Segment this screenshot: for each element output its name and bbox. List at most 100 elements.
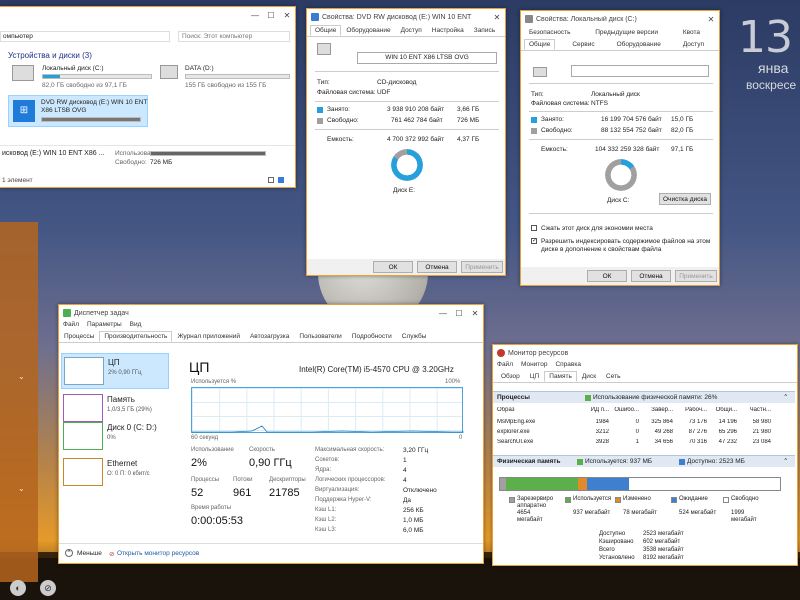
- tab-processes[interactable]: Процессы: [59, 331, 99, 342]
- table-row[interactable]: explorer.exe 3212 0 49 268 87 276 65 296 21 98…: [497, 429, 787, 438]
- minimize-icon[interactable]: —: [247, 7, 263, 23]
- column-header[interactable]: Образ: [497, 407, 579, 416]
- column-header[interactable]: Частн...: [737, 407, 771, 416]
- tab-users[interactable]: Пользователи: [294, 331, 346, 342]
- tiles-view-icon[interactable]: [278, 177, 284, 183]
- volume-name-field[interactable]: [571, 65, 709, 77]
- table-header-row[interactable]: Образ ИД п... Ошибо... Завер... Рабоч... Общи…: [497, 407, 787, 416]
- search-input[interactable]: Поиск: Этот компьютер: [178, 31, 290, 42]
- perf-item-disk[interactable]: Диск 0 (C: D:) 0%: [61, 419, 169, 455]
- address-bar[interactable]: омпьютер: [0, 31, 170, 42]
- dvd-properties-window[interactable]: Свойства: DVD RW дисковод (E:) WIN 10 EN…: [306, 8, 506, 276]
- perf-item-ethernet[interactable]: Ethernet О: 0 П: 0 кбит/с: [61, 455, 169, 491]
- column-header[interactable]: Рабоч...: [673, 407, 707, 416]
- ok-button[interactable]: ОК: [587, 270, 627, 282]
- tab-general[interactable]: Общие: [524, 39, 556, 50]
- tab-disk[interactable]: Диск: [577, 371, 601, 382]
- chevron-down-icon[interactable]: ⌄: [18, 484, 25, 493]
- taskmgr-menu: Файл Параметры Вид: [59, 321, 483, 331]
- processes-section-header[interactable]: Процессы Использование физической памяти…: [493, 391, 795, 403]
- tab-overview[interactable]: Обзор: [496, 371, 525, 382]
- menu-view[interactable]: Вид: [130, 321, 142, 331]
- column-header[interactable]: ИД п...: [579, 407, 609, 416]
- taskmgr-titlebar[interactable]: Диспетчер задач — ☐ ✕: [59, 305, 483, 321]
- resmon-titlebar[interactable]: Монитор ресурсов: [493, 345, 797, 361]
- compress-checkbox[interactable]: [531, 225, 537, 231]
- spec-value: 6,0 МБ: [403, 527, 424, 534]
- c-props-titlebar[interactable]: Свойства: Локальный диск (C:) ✕: [521, 11, 719, 27]
- section-header[interactable]: Устройства и диски (3): [8, 51, 92, 60]
- task-manager-window[interactable]: Диспетчер задач — ☐ ✕ Файл Параметры Вид…: [58, 304, 484, 564]
- minimize-icon[interactable]: —: [435, 305, 451, 321]
- summary-value: 2523 мегабайт: [643, 531, 684, 537]
- cancel-button[interactable]: Отмена: [631, 270, 671, 282]
- column-header[interactable]: Общи...: [707, 407, 737, 416]
- drive-usage-bar: [41, 117, 141, 122]
- tab-hardware[interactable]: Оборудование: [341, 25, 395, 36]
- details-view-icon[interactable]: [268, 177, 274, 183]
- open-resource-monitor-link[interactable]: Открыть монитор ресурсов: [117, 550, 199, 557]
- fewer-details-link[interactable]: Меньше: [77, 550, 102, 557]
- tab-services[interactable]: Службы: [397, 331, 432, 342]
- tab-network[interactable]: Сеть: [601, 371, 625, 382]
- table-row[interactable]: MsMpEng.exe 1984 0 325 864 73 176 14 196 58 98…: [497, 419, 787, 428]
- chevron-up-icon[interactable]: ^: [65, 549, 73, 557]
- explorer-window[interactable]: — ☐ ✕ омпьютер Поиск: Этот компьютер Уст…: [0, 6, 296, 188]
- tab-security[interactable]: Безопасность: [524, 27, 575, 39]
- perf-item-name: ЦП: [108, 358, 120, 367]
- tab-app-history[interactable]: Журнал приложений: [172, 331, 245, 342]
- resource-monitor-window[interactable]: Монитор ресурсов Файл Монитор Справка Об…: [492, 344, 798, 566]
- cpu-thumb-graph: [64, 357, 104, 385]
- tab-performance[interactable]: Производительность: [99, 331, 173, 342]
- perf-item-cpu[interactable]: ЦП 2% 0,90 ГГц: [61, 353, 169, 389]
- maximize-icon[interactable]: ☐: [263, 7, 279, 23]
- apply-button[interactable]: Применить: [675, 270, 717, 282]
- drive-item-e[interactable]: ⊞ DVD RW дисковод (E:) WIN 10 ENT X86 LT…: [8, 95, 148, 127]
- close-icon[interactable]: ✕: [279, 7, 295, 23]
- close-icon[interactable]: ✕: [467, 305, 483, 321]
- chevron-down-icon[interactable]: ⌄: [18, 372, 25, 381]
- free-label: Свободно:: [541, 127, 573, 134]
- tab-cpu[interactable]: ЦП: [525, 371, 544, 382]
- tab-details[interactable]: Подробности: [347, 331, 397, 342]
- menu-options[interactable]: Параметры: [87, 321, 122, 331]
- column-header[interactable]: Завер...: [639, 407, 673, 416]
- tab-tools[interactable]: Сервис: [567, 39, 599, 50]
- taskbar-app-icon[interactable]: ◐: [10, 580, 26, 596]
- menu-help[interactable]: Справка: [555, 361, 581, 371]
- spec-label: Логических процессоров:: [315, 477, 386, 483]
- fs-value: UDF: [377, 89, 391, 96]
- cancel-button[interactable]: Отмена: [417, 261, 457, 273]
- close-icon[interactable]: ✕: [489, 9, 505, 25]
- close-icon[interactable]: ✕: [703, 11, 719, 27]
- menu-file[interactable]: Файл: [63, 321, 79, 331]
- volume-name-field[interactable]: WIN 10 ENT X86 LTSB OVG: [357, 52, 497, 64]
- index-checkbox[interactable]: ✓: [531, 238, 537, 244]
- table-row[interactable]: SearchUI.exe 3928 1 34 656 70 316 47 232 23 08…: [497, 439, 787, 448]
- spec-label: Кэш L3:: [315, 527, 337, 533]
- disk-cleanup-button[interactable]: Очистка диска: [659, 193, 711, 205]
- tab-startup[interactable]: Автозагрузка: [245, 331, 294, 342]
- tab-recording[interactable]: Запись: [469, 25, 500, 36]
- menu-monitor[interactable]: Монитор: [521, 361, 547, 371]
- collapse-icon[interactable]: ⌃: [783, 393, 788, 401]
- tab-sharing[interactable]: Доступ: [396, 25, 427, 36]
- menu-file[interactable]: Файл: [497, 361, 513, 371]
- taskbar-monitor-icon[interactable]: ⊘: [40, 580, 56, 596]
- maximize-icon[interactable]: ☐: [451, 305, 467, 321]
- explorer-titlebar[interactable]: — ☐ ✕: [0, 7, 295, 23]
- tab-sharing[interactable]: Доступ: [678, 39, 709, 50]
- column-header[interactable]: Ошибо...: [609, 407, 639, 416]
- tab-previous-versions[interactable]: Предыдущие версии: [590, 27, 663, 39]
- apply-button[interactable]: Применить: [461, 261, 503, 273]
- tab-memory[interactable]: Память: [544, 371, 577, 382]
- physical-memory-section-header[interactable]: Физическая память Используется: 937 МБ Д…: [493, 455, 795, 467]
- ok-button[interactable]: ОК: [373, 261, 413, 273]
- dvd-props-titlebar[interactable]: Свойства: DVD RW дисковод (E:) WIN 10 EN…: [307, 9, 505, 25]
- tab-quota[interactable]: Квота: [678, 27, 705, 39]
- tab-hardware[interactable]: Оборудование: [612, 39, 666, 50]
- tab-customize[interactable]: Настройка: [427, 25, 469, 36]
- tab-general[interactable]: Общие: [310, 25, 342, 36]
- collapse-icon[interactable]: ⌃: [783, 457, 788, 465]
- c-properties-window[interactable]: Свойства: Локальный диск (C:) ✕ Безопасн…: [520, 10, 720, 286]
